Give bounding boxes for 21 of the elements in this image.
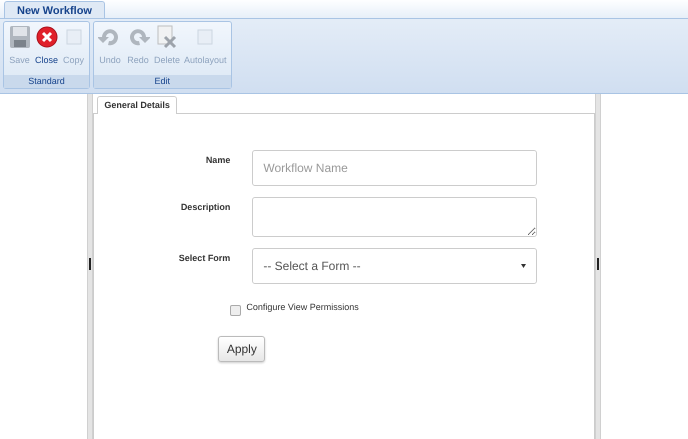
field-label: Description bbox=[180, 201, 230, 212]
field-label: Name bbox=[204, 154, 230, 165]
splitter-handle[interactable] bbox=[89, 258, 92, 270]
apply-button[interactable]: Apply bbox=[218, 336, 266, 362]
form-dropdown[interactable]: -- Select a Form -- bbox=[252, 248, 538, 284]
group-label: Standard bbox=[4, 75, 90, 88]
delete-document-icon bbox=[156, 25, 178, 49]
document-tab[interactable]: New Workflow bbox=[4, 1, 105, 18]
save-icon bbox=[8, 25, 30, 49]
splitter-handle[interactable] bbox=[596, 258, 599, 270]
field-label: Select Form bbox=[178, 252, 230, 263]
blank-icon bbox=[66, 29, 82, 45]
checkbox[interactable] bbox=[230, 305, 242, 316]
text-field[interactable]: Workflow Name bbox=[252, 150, 538, 186]
close-button[interactable]: Close bbox=[33, 24, 60, 75]
blank-icon bbox=[197, 29, 214, 45]
group-label: Edit bbox=[94, 75, 231, 88]
panel-tab[interactable]: General Details bbox=[97, 96, 177, 114]
close-icon bbox=[36, 26, 58, 48]
caret-icon bbox=[521, 264, 526, 268]
checkbox-label: Configure View Permissions bbox=[246, 302, 359, 312]
